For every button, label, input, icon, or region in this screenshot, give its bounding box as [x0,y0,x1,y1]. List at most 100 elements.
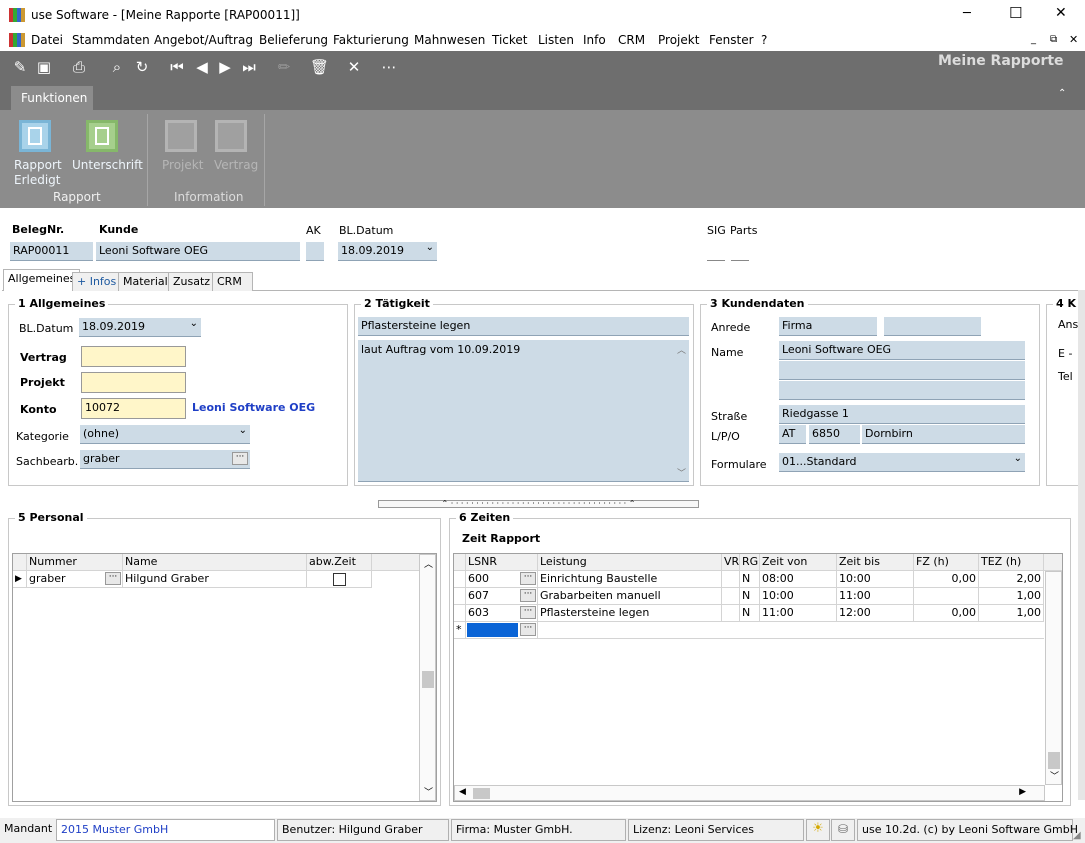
projekt-field[interactable] [81,372,186,393]
scroll-down-icon[interactable]: ﹀ [677,466,686,479]
splitter-handle[interactable]: ⌃ · · · · · · · · · · · · · · · · · · · … [378,500,699,508]
scroll-up-icon[interactable]: ︿ [424,557,433,570]
vr-cell[interactable] [722,588,740,605]
lsnr-new-cell[interactable]: ··· [466,622,538,639]
lsnr-cell[interactable]: 603 ··· [466,605,538,622]
table-row[interactable]: 603 ··· Pflastersteine legen N 11:00 12:0… [454,605,1044,622]
vertrag-button[interactable]: Vertrag [210,118,258,188]
nummer-cell[interactable]: graber ··· [27,571,123,588]
more-icon[interactable]: ⋯ [380,58,398,76]
menu-help[interactable]: ? [761,33,767,47]
mdi-close-icon[interactable]: ✕ [1069,33,1078,46]
col-tez[interactable]: TEZ (h) [979,554,1044,571]
leistung-new-cell[interactable] [538,622,1044,639]
new-row[interactable]: * ··· [454,622,1044,639]
abw-zeit-cell[interactable] [307,571,372,588]
vr-cell[interactable] [722,571,740,588]
chevron-down-icon[interactable]: ⌄ [1014,453,1022,464]
personal-vscroll[interactable]: ︿ ﹀ [419,554,436,801]
bl-datum-field[interactable]: 18.09.2019 ⌄ [79,318,201,337]
zeit-bis-cell[interactable]: 12:00 [837,605,914,622]
zeit-bis-cell[interactable]: 11:00 [837,588,914,605]
zeiten-vscroll[interactable]: ﹀ [1045,571,1062,785]
hscroll-thumb[interactable] [473,788,490,799]
zeit-bis-cell[interactable]: 10:00 [837,571,914,588]
name2-field[interactable] [779,361,1025,380]
tab-funktionen[interactable]: Funktionen [11,86,93,110]
chevron-down-icon[interactable]: ⌄ [426,242,434,253]
tez-cell[interactable]: 1,00 [979,588,1044,605]
tab-crm[interactable]: CRM [212,272,253,291]
name-cell[interactable]: Hilgund Graber [123,571,307,588]
unterschrift-button[interactable]: Unterschrift [68,118,143,188]
leistung-cell[interactable]: Grabarbeiten manuell [538,588,722,605]
refresh-icon[interactable]: ↻ [133,58,151,76]
scroll-left-icon[interactable]: ◀ [459,787,466,797]
kategorie-field[interactable]: (ohne) ⌄ [80,425,250,444]
leistung-cell[interactable]: Pflastersteine legen [538,605,722,622]
vertrag-field[interactable] [81,346,186,367]
scroll-up-icon[interactable]: ︿ [677,343,686,356]
col-name[interactable]: Name [123,554,307,571]
anrede-field[interactable]: Firma [779,317,877,336]
parts-box[interactable] [731,242,749,261]
zeit-von-cell[interactable]: 10:00 [760,588,837,605]
name-field[interactable]: Leoni Software OEG [779,341,1025,360]
projekt-button[interactable]: Projekt [158,118,203,188]
rg-cell[interactable]: N [740,588,760,605]
col-abw-zeit[interactable]: abw.Zeit [307,554,372,571]
first-record-icon[interactable]: ⏮ [168,58,186,76]
menu-listen[interactable]: Listen [538,33,574,47]
menu-datei[interactable]: Datei [31,33,63,47]
scroll-thumb[interactable] [422,671,434,688]
zeiten-hscroll[interactable]: ◀ ▶ [454,785,1045,801]
land-field[interactable]: AT [779,425,806,444]
tab-allgemeines[interactable]: Allgemeines [3,269,81,291]
menu-angebot[interactable]: Angebot/Auftrag [154,33,253,47]
previous-record-icon[interactable]: ◀ [193,58,211,76]
ort-field[interactable]: Dornbirn [862,425,1025,444]
konto-field[interactable]: 10072 [81,398,186,419]
scroll-right-icon[interactable]: ▶ [1019,787,1026,797]
taetigkeit-kurz-field[interactable]: Pflastersteine legen [358,317,689,336]
col-fz[interactable]: FZ (h) [914,554,979,571]
menu-ticket[interactable]: Ticket [492,33,528,47]
kunde-field[interactable]: Leoni Software OEG [96,242,300,261]
lsnr-new-input[interactable] [467,623,518,637]
menu-mahnwesen[interactable]: Mahnwesen [414,33,485,47]
menu-crm[interactable]: CRM [618,33,645,47]
fz-cell[interactable]: 0,00 [914,571,979,588]
search-icon[interactable]: ⌕ [108,58,126,76]
maximize-button[interactable]: ☐ [1009,4,1022,22]
tez-cell[interactable]: 1,00 [979,605,1044,622]
rg-cell[interactable]: N [740,605,760,622]
sig-box[interactable] [707,242,725,261]
lookup-button[interactable]: ··· [232,452,248,465]
col-zeit-bis[interactable]: Zeit bis [837,554,914,571]
formulare-field[interactable]: 01...Standard ⌄ [779,453,1025,472]
rg-cell[interactable]: N [740,571,760,588]
col-leistung[interactable]: Leistung [538,554,722,571]
tab-material[interactable]: Material [118,272,173,291]
belegnr-field[interactable]: RAP00011 [10,242,93,261]
rapport-erledigt-button[interactable]: Rapport Erledigt [10,118,62,188]
name3-field[interactable] [779,381,1025,400]
lookup-button[interactable]: ··· [105,572,121,585]
tab-zusatz[interactable]: Zusatz [168,272,216,291]
lookup-button[interactable]: ··· [520,572,536,585]
tez-cell[interactable]: 2,00 [979,571,1044,588]
lookup-button[interactable]: ··· [520,589,536,602]
strasse-field[interactable]: Riedgasse 1 [779,405,1025,424]
titel-field[interactable] [884,317,981,336]
right-edge-scroll[interactable] [1078,290,1085,800]
table-row[interactable]: 607 ··· Grabarbeiten manuell N 10:00 11:0… [454,588,1044,605]
scroll-down-icon[interactable]: ﹀ [1050,769,1059,782]
print-icon[interactable]: ⎙ [70,58,88,76]
close-button[interactable]: ✕ [1055,5,1067,21]
tab-infos[interactable]: + Infos [72,272,122,291]
mandant-field[interactable]: 2015 Muster GmbH [56,819,275,841]
taetigkeit-text-area[interactable]: laut Auftrag vom 10.09.2019 ︿ ﹀ [358,340,689,482]
col-vr[interactable]: VR [722,554,740,571]
ak-field[interactable] [306,242,324,261]
mdi-minimize-icon[interactable]: _ [1031,34,1036,45]
